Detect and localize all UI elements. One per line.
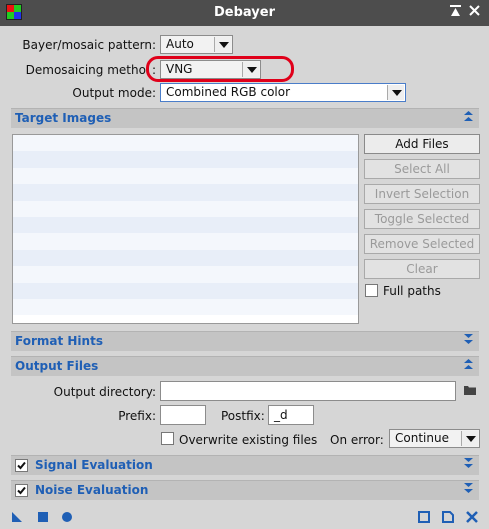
target-images-list[interactable] [12, 134, 359, 324]
close-button[interactable] [469, 5, 480, 20]
edit-instance-icon[interactable] [442, 511, 454, 526]
prefix-field[interactable] [160, 405, 206, 425]
on-error-combo[interactable]: Continue [389, 429, 480, 448]
pin-icon [450, 5, 461, 16]
invert-selection-button[interactable]: Invert Selection [364, 184, 480, 204]
list-row [13, 216, 358, 234]
folder-icon[interactable] [463, 384, 477, 399]
clear-button[interactable]: Clear [364, 259, 480, 279]
collapse-icon[interactable] [462, 358, 474, 371]
new-instance-icon[interactable] [11, 511, 23, 526]
expand-icon[interactable] [462, 457, 474, 470]
chevron-down-icon [461, 431, 478, 446]
execute-icon[interactable] [61, 511, 73, 526]
window-title: Debayer [214, 5, 275, 20]
annotation-highlight [146, 56, 294, 82]
list-row [13, 249, 358, 267]
prefix-label: Prefix: [118, 409, 156, 423]
output-directory-field[interactable] [160, 381, 456, 401]
on-error-value: Continue [395, 431, 449, 445]
section-title: Output Files [15, 359, 99, 373]
signal-evaluation-section-header[interactable]: Signal Evaluation [11, 455, 479, 475]
list-row [13, 200, 358, 217]
noise-evaluation-checkbox[interactable] [15, 484, 28, 497]
section-title: Noise Evaluation [35, 483, 149, 497]
overwrite-label: Overwrite existing files [179, 433, 318, 447]
add-files-button[interactable]: Add Files [364, 134, 480, 154]
demosaicing-method-label: Demosaicing metho: [25, 63, 156, 77]
postfix-label: Postfix: [221, 409, 265, 423]
bayer-pattern-combo[interactable]: Auto [160, 35, 233, 54]
list-row [13, 184, 358, 201]
list-row [13, 151, 358, 168]
section-title: Format Hints [15, 334, 103, 348]
format-hints-section-header[interactable]: Format Hints [11, 331, 479, 351]
shade-button[interactable] [450, 5, 461, 21]
output-directory-label: Output directory: [53, 385, 156, 399]
output-mode-label: Output mode: [72, 86, 156, 100]
full-paths-checkbox[interactable] [365, 284, 378, 297]
expand-icon[interactable] [462, 482, 474, 495]
browse-documentation-icon[interactable] [418, 511, 430, 526]
toggle-selected-button[interactable]: Toggle Selected [364, 209, 480, 229]
overwrite-checkbox[interactable] [161, 432, 174, 445]
output-files-section-header[interactable]: Output Files [11, 356, 479, 376]
list-row [13, 298, 358, 316]
remove-selected-button[interactable]: Remove Selected [364, 234, 480, 254]
target-images-section-header[interactable]: Target Images [11, 108, 479, 128]
collapse-icon[interactable] [462, 110, 474, 123]
signal-evaluation-checkbox[interactable] [15, 459, 28, 472]
reset-icon[interactable] [466, 511, 478, 526]
chevron-down-icon [214, 37, 231, 52]
full-paths-label: Full paths [383, 284, 441, 298]
list-row [13, 135, 358, 152]
list-row [13, 282, 358, 299]
bayer-pattern-value: Auto [166, 37, 194, 51]
section-title: Target Images [15, 111, 112, 125]
close-icon [469, 5, 480, 16]
bayer-pattern-label: Bayer/mosaic pattern: [22, 38, 156, 52]
chevron-down-icon [387, 85, 404, 100]
on-error-label: On error: [330, 433, 384, 447]
select-all-button[interactable]: Select All [364, 159, 480, 179]
title-bar: Debayer [0, 0, 489, 26]
output-mode-combo[interactable]: Combined RGB color [160, 83, 406, 102]
postfix-field[interactable]: _d [268, 405, 314, 425]
list-row [13, 233, 358, 250]
output-mode-value: Combined RGB color [166, 85, 291, 99]
expand-icon[interactable] [462, 333, 474, 346]
apply-global-icon[interactable] [37, 511, 49, 526]
list-row [13, 167, 358, 185]
list-row [13, 266, 358, 283]
section-title: Signal Evaluation [35, 458, 153, 472]
noise-evaluation-section-header[interactable]: Noise Evaluation [11, 480, 479, 500]
